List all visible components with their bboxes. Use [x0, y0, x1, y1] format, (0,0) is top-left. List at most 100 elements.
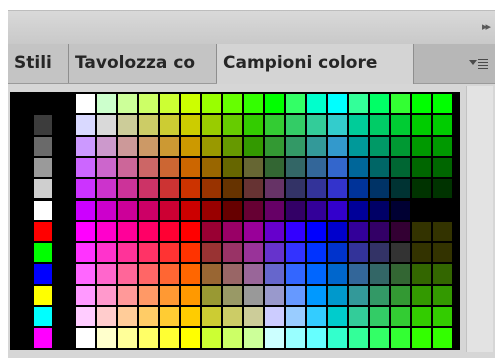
- swatch[interactable]: [286, 179, 305, 199]
- swatch[interactable]: [202, 200, 221, 220]
- swatch-gray-column[interactable]: [34, 94, 52, 114]
- swatch[interactable]: [370, 157, 389, 178]
- swatch[interactable]: [307, 157, 326, 178]
- swatch[interactable]: [433, 179, 452, 199]
- swatch[interactable]: [244, 243, 263, 263]
- swatch[interactable]: [265, 264, 284, 284]
- swatch[interactable]: [370, 307, 389, 327]
- swatch[interactable]: [118, 179, 137, 199]
- swatch[interactable]: [370, 115, 389, 135]
- swatch[interactable]: [202, 179, 221, 199]
- swatch[interactable]: [244, 179, 263, 199]
- swatch[interactable]: [433, 328, 452, 348]
- swatch[interactable]: [181, 285, 200, 305]
- vertical-scrollbar[interactable]: [466, 86, 493, 352]
- swatch[interactable]: [118, 285, 137, 305]
- swatch[interactable]: [118, 307, 137, 327]
- swatch[interactable]: [265, 328, 284, 348]
- swatch[interactable]: [223, 157, 242, 178]
- swatch[interactable]: [181, 221, 200, 242]
- swatch[interactable]: [76, 157, 95, 178]
- swatch[interactable]: [139, 94, 158, 114]
- swatch[interactable]: [328, 264, 347, 284]
- swatch[interactable]: [139, 115, 158, 135]
- swatch-gray-column[interactable]: [34, 285, 52, 305]
- swatch[interactable]: [412, 94, 431, 114]
- swatch[interactable]: [181, 328, 200, 348]
- swatch[interactable]: [328, 136, 347, 156]
- swatch[interactable]: [433, 243, 452, 263]
- swatch[interactable]: [265, 285, 284, 305]
- swatch[interactable]: [307, 115, 326, 135]
- swatch[interactable]: [244, 200, 263, 220]
- swatch[interactable]: [328, 285, 347, 305]
- swatch[interactable]: [286, 200, 305, 220]
- swatch[interactable]: [160, 243, 179, 263]
- swatch-gray-column[interactable]: [34, 243, 52, 263]
- swatch[interactable]: [244, 115, 263, 135]
- swatch[interactable]: [370, 285, 389, 305]
- swatch[interactable]: [286, 221, 305, 242]
- swatch[interactable]: [160, 285, 179, 305]
- swatch[interactable]: [244, 94, 263, 114]
- swatch[interactable]: [349, 136, 368, 156]
- swatch-gray-column[interactable]: [34, 136, 52, 156]
- swatch[interactable]: [97, 136, 116, 156]
- swatch[interactable]: [370, 221, 389, 242]
- swatch[interactable]: [412, 115, 431, 135]
- swatch[interactable]: [328, 200, 347, 220]
- swatch[interactable]: [202, 328, 221, 348]
- swatch[interactable]: [76, 136, 95, 156]
- swatch[interactable]: [370, 264, 389, 284]
- swatch[interactable]: [202, 285, 221, 305]
- swatch[interactable]: [412, 285, 431, 305]
- swatch[interactable]: [391, 94, 410, 114]
- swatch[interactable]: [391, 179, 410, 199]
- swatch[interactable]: [97, 200, 116, 220]
- swatch[interactable]: [391, 285, 410, 305]
- swatch[interactable]: [223, 94, 242, 114]
- swatch[interactable]: [181, 179, 200, 199]
- swatch[interactable]: [328, 243, 347, 263]
- swatch-gray-column[interactable]: [34, 328, 52, 348]
- swatch[interactable]: [160, 221, 179, 242]
- swatch[interactable]: [349, 264, 368, 284]
- swatch[interactable]: [139, 221, 158, 242]
- swatch[interactable]: [433, 307, 452, 327]
- swatch[interactable]: [76, 328, 95, 348]
- swatch[interactable]: [412, 243, 431, 263]
- swatch[interactable]: [97, 94, 116, 114]
- swatch[interactable]: [307, 285, 326, 305]
- swatch[interactable]: [349, 179, 368, 199]
- swatch[interactable]: [370, 94, 389, 114]
- swatch[interactable]: [223, 307, 242, 327]
- swatch[interactable]: [244, 285, 263, 305]
- swatch[interactable]: [391, 221, 410, 242]
- swatch[interactable]: [202, 264, 221, 284]
- swatch[interactable]: [76, 94, 95, 114]
- swatch[interactable]: [223, 328, 242, 348]
- swatch[interactable]: [286, 307, 305, 327]
- swatch[interactable]: [286, 136, 305, 156]
- swatch[interactable]: [202, 221, 221, 242]
- swatch[interactable]: [160, 200, 179, 220]
- swatch[interactable]: [433, 200, 452, 220]
- swatch[interactable]: [349, 285, 368, 305]
- swatch[interactable]: [97, 115, 116, 135]
- swatch[interactable]: [328, 328, 347, 348]
- swatch[interactable]: [97, 179, 116, 199]
- swatch[interactable]: [181, 136, 200, 156]
- swatch[interactable]: [433, 264, 452, 284]
- swatch[interactable]: [202, 307, 221, 327]
- swatch[interactable]: [160, 136, 179, 156]
- swatch[interactable]: [244, 136, 263, 156]
- swatch[interactable]: [412, 328, 431, 348]
- swatch[interactable]: [307, 243, 326, 263]
- swatch[interactable]: [265, 94, 284, 114]
- swatch[interactable]: [286, 264, 305, 284]
- swatch[interactable]: [412, 200, 431, 220]
- swatch[interactable]: [328, 307, 347, 327]
- swatch[interactable]: [286, 157, 305, 178]
- swatch[interactable]: [286, 243, 305, 263]
- swatch[interactable]: [118, 157, 137, 178]
